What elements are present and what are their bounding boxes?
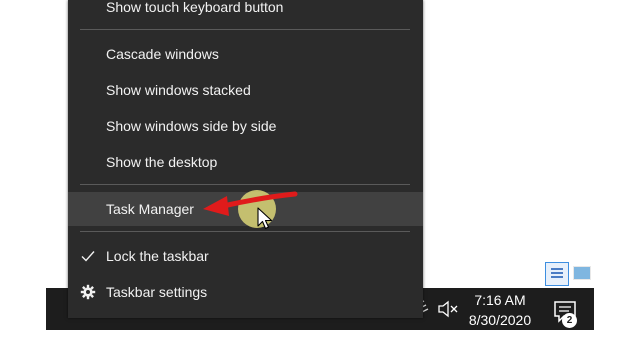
speaker-muted-icon[interactable] [437,300,459,318]
notification-count-badge: 2 [562,313,577,328]
menu-item-label: Show touch keyboard button [106,0,284,15]
menu-item-lock-the-taskbar[interactable]: Lock the taskbar [68,239,423,273]
menu-item-show-windows-stacked[interactable]: Show windows stacked [68,73,423,107]
menu-separator [80,29,410,30]
menu-item-show-windows-side-by-side[interactable]: Show windows side by side [68,109,423,143]
menu-separator [80,231,410,232]
gear-icon [80,284,96,300]
clock-time: 7:16 AM [474,292,526,308]
checkmark-icon [81,251,95,262]
menu-item-cascade-windows[interactable]: Cascade windows [68,37,423,71]
clock-date: 8/30/2020 [468,312,532,328]
menu-item-label: Show windows stacked [106,82,251,98]
mouse-cursor-icon [257,207,273,230]
menu-item-label: Cascade windows [106,46,219,62]
menu-item-label: Show the desktop [106,154,218,170]
tray-flag-icon[interactable] [545,262,569,286]
menu-item-show-the-desktop[interactable]: Show the desktop [68,145,423,179]
menu-item-label: Taskbar settings [106,284,208,300]
taskbar-context-menu: Show touch keyboard button Cascade windo… [68,0,423,318]
menu-item-label: Lock the taskbar [106,248,209,264]
menu-item-label: Task Manager [106,201,194,217]
tray-image-icon[interactable] [573,266,591,280]
taskbar-clock[interactable]: 7:16 AM 8/30/2020 [466,290,534,330]
menu-separator [80,184,410,185]
menu-item-taskbar-settings[interactable]: Taskbar settings [68,275,423,309]
annotation-arrow-icon [203,191,298,216]
menu-item-show-touch-keyboard-button[interactable]: Show touch keyboard button [68,0,423,24]
menu-item-label: Show windows side by side [106,118,277,134]
